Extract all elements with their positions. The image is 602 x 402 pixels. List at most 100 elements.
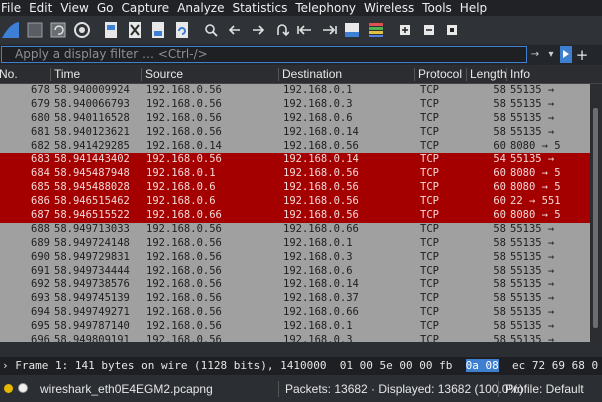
- save-file-icon[interactable]: [124, 19, 146, 41]
- packet-no: 690: [31, 250, 50, 263]
- restart-icon[interactable]: [47, 19, 69, 41]
- menu-go[interactable]: Go: [94, 0, 119, 16]
- frame-summary[interactable]: › Frame 1: 141 bytes on wire (1128 bits)…: [2, 359, 300, 372]
- autoscroll-icon[interactable]: [341, 19, 363, 41]
- packet-row[interactable]: 689 58.949724148 192.168.0.56 192.168.0.1 TC…: [0, 236, 602, 251]
- packet-destination: 192.168.0.56: [283, 181, 359, 194]
- filter-bookmark-button[interactable]: [560, 46, 572, 63]
- packet-row[interactable]: 693 58.949745139 192.168.0.56 192.168.0.37 T…: [0, 292, 602, 307]
- packet-row[interactable]: 690 58.949729831 192.168.0.56 192.168.0.3 TC…: [0, 250, 602, 265]
- packet-row[interactable]: 686 58.946515462 192.168.0.6 192.168.0.56 TC…: [0, 195, 602, 210]
- normal-size-icon[interactable]: [441, 19, 463, 41]
- packet-row[interactable]: 679 58.940066793 192.168.0.56 192.168.0.3 TC…: [0, 97, 602, 112]
- menu-telephony[interactable]: Telephony: [292, 0, 361, 16]
- packet-row[interactable]: 685 58.945488028 192.168.0.6 192.168.0.56 TC…: [0, 181, 602, 196]
- menu-file[interactable]: File: [0, 0, 26, 16]
- packet-row[interactable]: 694 58.949749271 192.168.0.56 192.168.0.66 T…: [0, 306, 602, 321]
- packet-destination: 192.168.0.14: [283, 125, 359, 138]
- packet-row[interactable]: 691 58.949734444 192.168.0.56 192.168.0.6 TC…: [0, 264, 602, 279]
- packet-time: 58.940116528: [54, 111, 130, 124]
- back-icon[interactable]: [224, 19, 246, 41]
- packet-bytes-pane[interactable]: 0000 01 00 5e 00 00 fb 0a 08 ec 72 69 68…: [300, 359, 598, 372]
- find-icon[interactable]: [200, 19, 222, 41]
- hex-offset: 0000: [300, 359, 327, 372]
- stop-icon[interactable]: [24, 19, 46, 41]
- packet-row[interactable]: 684 58.945487948 192.168.0.1 192.168.0.56 TC…: [0, 167, 602, 182]
- menu-bar: File Edit View Go Capture Analyze Statis…: [0, 0, 602, 16]
- menu-capture[interactable]: Capture: [118, 0, 174, 16]
- packet-row[interactable]: 692 58.949738576 192.168.0.56 192.168.0.14 T…: [0, 278, 602, 293]
- menu-help[interactable]: Help: [457, 0, 492, 16]
- packet-list-scrollbar[interactable]: [590, 84, 602, 342]
- packet-row[interactable]: 687 58.946515522 192.168.0.66 192.168.0.56 T…: [0, 209, 602, 223]
- column-no[interactable]: No.: [0, 67, 18, 81]
- packet-length: 58: [493, 278, 506, 291]
- goto-packet-icon[interactable]: [271, 19, 293, 41]
- packet-row[interactable]: 695 58.949787140 192.168.0.56 192.168.0.1 TC…: [0, 320, 602, 335]
- scrollbar-thumb[interactable]: [593, 108, 598, 328]
- reload-icon[interactable]: [171, 19, 193, 41]
- display-filter-input[interactable]: Apply a display filter … <Ctrl-/>: [1, 46, 527, 63]
- packet-row[interactable]: 680 58.940116528 192.168.0.56 192.168.0.6 TC…: [0, 111, 602, 126]
- last-packet-icon[interactable]: [318, 19, 340, 41]
- menu-statistics[interactable]: Statistics: [229, 0, 292, 16]
- close-file-icon[interactable]: [147, 19, 169, 41]
- column-source[interactable]: Source: [145, 67, 183, 81]
- packet-length: 58: [493, 125, 506, 138]
- packet-list[interactable]: No. Time Source Destination Protocol Len…: [0, 66, 602, 342]
- packet-row[interactable]: 696 58.949809191 192.168.0.56 192.168.0.3 TC…: [0, 334, 602, 342]
- packet-source: 192.168.0.56: [146, 125, 222, 138]
- packet-info: 8080 → 5: [510, 139, 561, 152]
- packet-no: 689: [31, 236, 50, 249]
- menu-tools[interactable]: Tools: [419, 0, 457, 16]
- packet-source: 192.168.0.56: [146, 292, 222, 305]
- filter-history-dropdown-icon[interactable]: ▾: [544, 46, 558, 63]
- packet-length: 58: [493, 334, 506, 342]
- forward-icon[interactable]: [247, 19, 269, 41]
- packet-destination: 192.168.0.56: [283, 139, 359, 152]
- packet-row[interactable]: 678 58.940009924 192.168.0.56 192.168.0.1 TC…: [0, 84, 602, 98]
- packet-no: 681: [31, 125, 50, 138]
- packet-length: 58: [493, 111, 506, 124]
- menu-wireless[interactable]: Wireless: [361, 0, 419, 16]
- profile-selector[interactable]: Profile: Default: [505, 382, 584, 396]
- shark-fin-icon[interactable]: [0, 19, 22, 41]
- packet-destination: 192.168.0.56: [283, 195, 359, 208]
- packet-length: 60: [493, 181, 506, 194]
- packet-length: 60: [493, 167, 506, 180]
- colorize-icon[interactable]: [365, 19, 387, 41]
- column-protocol[interactable]: Protocol: [418, 67, 462, 81]
- menu-analyze[interactable]: Analyze: [174, 0, 229, 16]
- packet-row[interactable]: 683 58.941443402 192.168.0.56 192.168.0.14 T…: [0, 153, 602, 168]
- packet-destination: 192.168.0.3: [283, 97, 353, 110]
- packet-row[interactable]: 681 58.940123621 192.168.0.56 192.168.0.14 T…: [0, 125, 602, 140]
- packet-length: 60: [493, 195, 506, 208]
- packet-length: 58: [493, 222, 506, 235]
- options-icon[interactable]: [71, 19, 93, 41]
- column-length[interactable]: Length: [470, 67, 507, 81]
- first-packet-icon[interactable]: [294, 19, 316, 41]
- packet-protocol: TCP: [420, 153, 439, 166]
- expand-arrow-icon[interactable]: ›: [2, 359, 9, 372]
- packet-row[interactable]: 682 58.941429285 192.168.0.14 192.168.0.56 T…: [0, 139, 602, 154]
- column-destination[interactable]: Destination: [282, 67, 342, 81]
- column-info[interactable]: Info: [510, 67, 530, 81]
- capture-comment-icon[interactable]: [18, 383, 28, 393]
- packet-info: 55135 →: [510, 97, 555, 110]
- add-filter-button[interactable]: +: [575, 45, 589, 65]
- packet-time: 58.946515462: [54, 195, 130, 208]
- pane-divider[interactable]: [0, 344, 602, 356]
- packet-no: 682: [31, 139, 50, 152]
- packet-count: Packets: 13682 · Displayed: 13682 (100.0…: [285, 382, 524, 396]
- apply-filter-arrow-icon[interactable]: →: [529, 47, 541, 63]
- menu-edit[interactable]: Edit: [26, 0, 57, 16]
- packet-time: 58.941443402: [54, 153, 130, 166]
- zoom-out-icon[interactable]: [418, 19, 440, 41]
- packet-row[interactable]: 688 58.949713033 192.168.0.56 192.168.0.66 T…: [0, 222, 602, 237]
- expert-info-icon[interactable]: [4, 384, 13, 393]
- zoom-in-icon[interactable]: [394, 19, 416, 41]
- column-time[interactable]: Time: [54, 67, 80, 81]
- hex-bytes-highlighted: 0a 08: [465, 359, 499, 372]
- menu-view[interactable]: View: [57, 0, 93, 16]
- open-file-icon[interactable]: [100, 19, 122, 41]
